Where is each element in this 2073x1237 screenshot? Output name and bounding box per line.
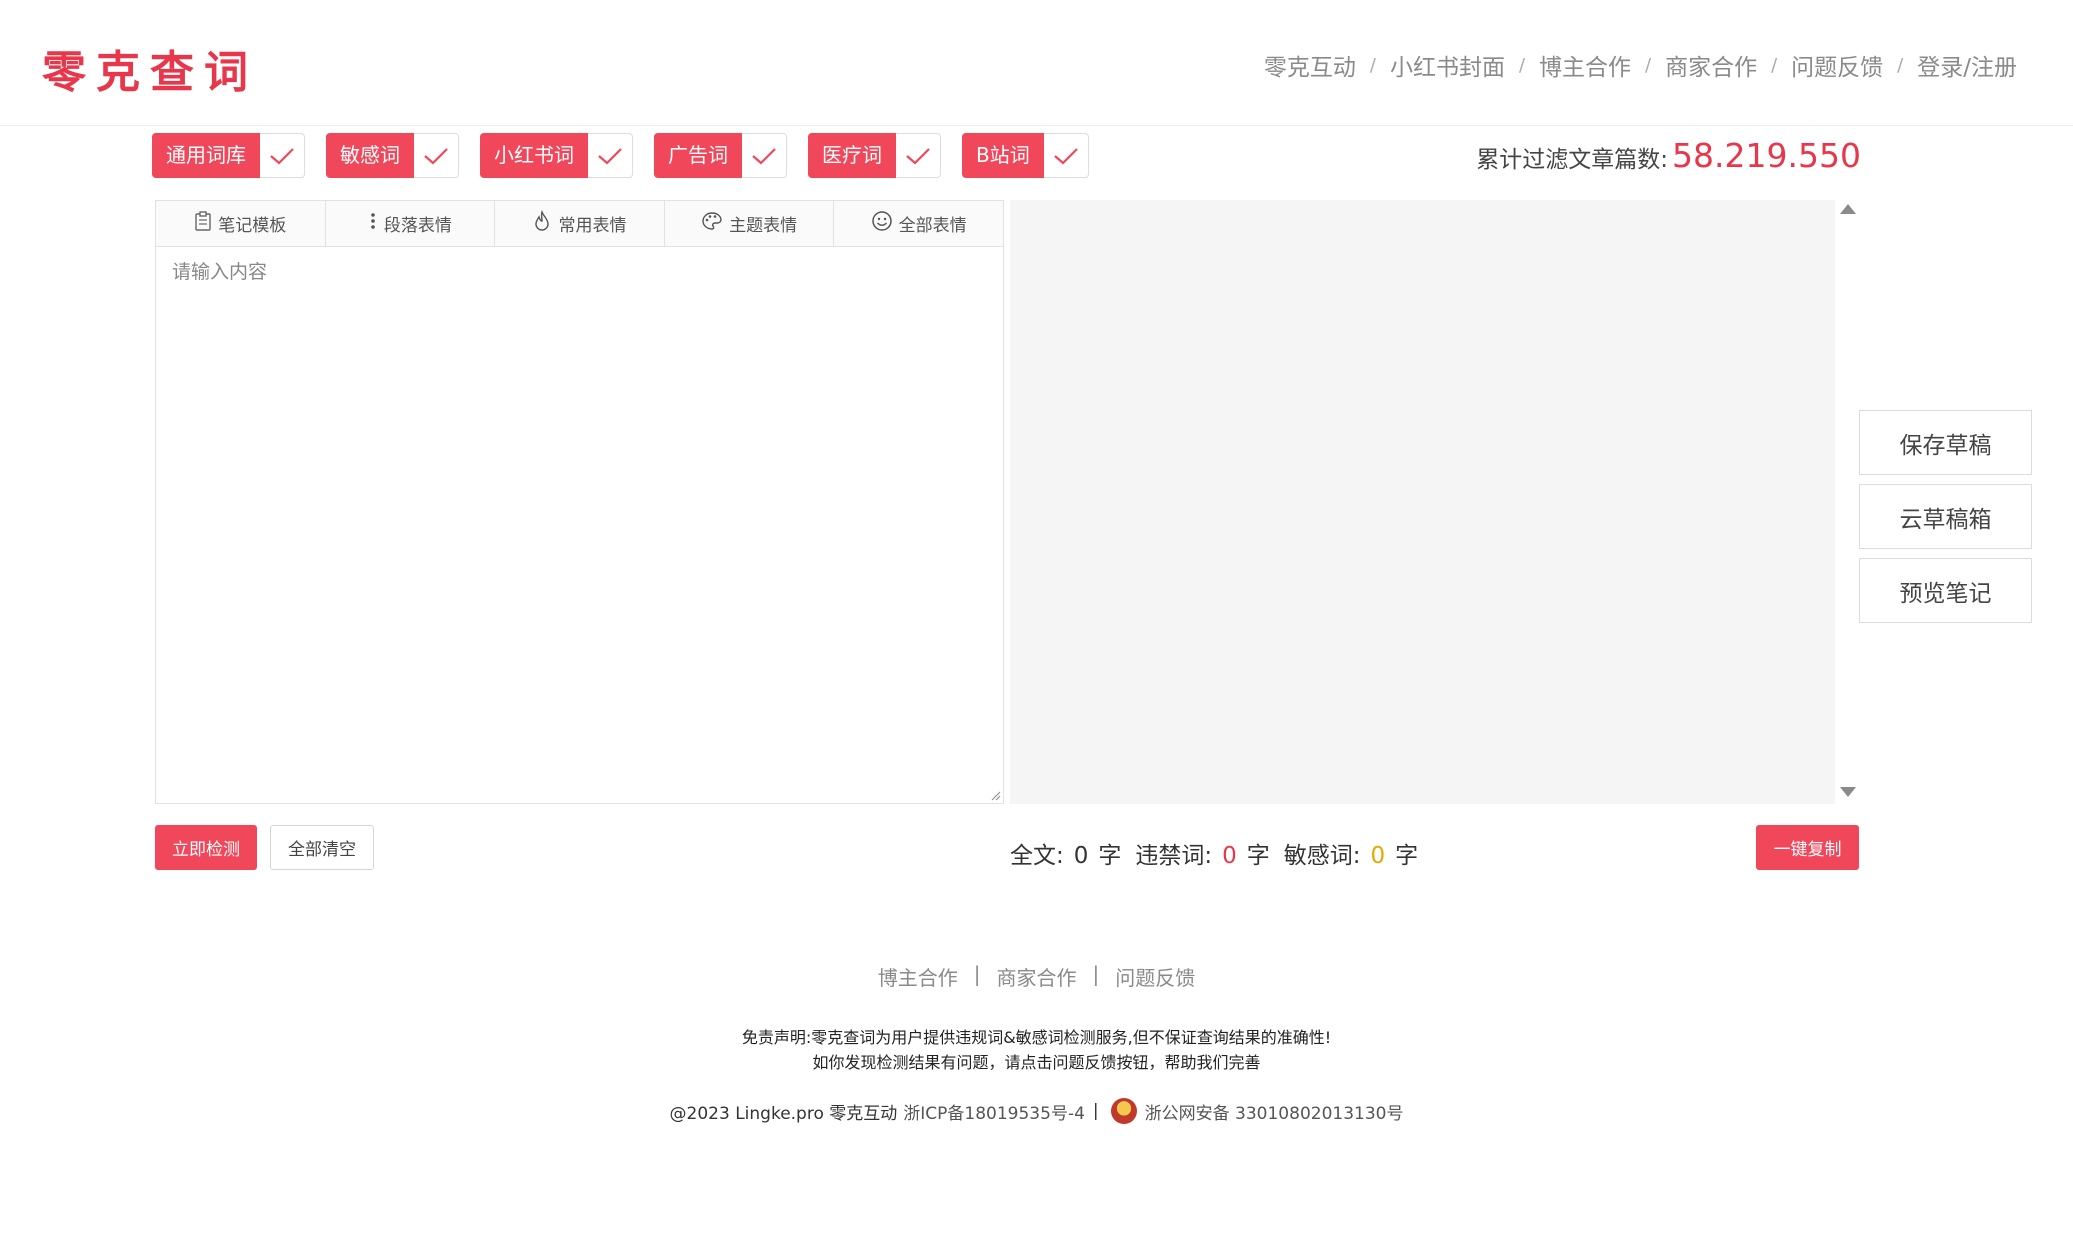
result-preview-panel[interactable]: [1010, 200, 1835, 804]
clear-all-button[interactable]: 全部清空: [270, 825, 374, 870]
nav-link-xhs-cover[interactable]: 小红书封面: [1390, 48, 1505, 82]
tag-ad[interactable]: 广告词: [654, 133, 787, 178]
palette-icon: [701, 211, 723, 236]
unit-label: 字: [1098, 843, 1122, 869]
checkmark-icon[interactable]: [414, 133, 459, 178]
site-header: 零克查词 零克互动 / 小红书封面 / 博主合作 / 商家合作 / 问题反馈 /…: [0, 0, 2073, 126]
nav-separator: /: [1771, 54, 1778, 76]
nav-link-feedback[interactable]: 问题反馈: [1791, 48, 1883, 82]
police-record-link[interactable]: 浙公网安备 33010802013130号: [1145, 1099, 1404, 1124]
footer-legal: @2023 Lingke.pro 零克互动 浙ICP备18019535号-4 |…: [0, 1098, 2073, 1124]
footer-link-merchant[interactable]: 商家合作: [997, 962, 1077, 991]
tool-theme-emoji[interactable]: 主题表情: [664, 201, 835, 246]
filtered-articles-counter: 累计过滤文章篇数: 58.219.550: [1476, 136, 1861, 175]
prohibited-label: 违禁词:: [1135, 843, 1213, 869]
footer-separator: |: [1092, 962, 1100, 986]
tool-note-template[interactable]: 笔记模板: [156, 201, 326, 246]
resize-handle-icon[interactable]: [989, 789, 1001, 801]
smiley-icon: [871, 210, 893, 237]
nav-link-blogger[interactable]: 博主合作: [1539, 48, 1631, 82]
footer-separator: |: [973, 962, 981, 986]
copyright-text: @2023 Lingke.pro 零克互动: [669, 1103, 898, 1124]
footer-link-feedback[interactable]: 问题反馈: [1115, 962, 1195, 991]
cloud-drafts-button[interactable]: 云草稿箱: [1859, 484, 2032, 549]
footer-link-blogger[interactable]: 博主合作: [878, 962, 958, 991]
tag-label[interactable]: 小红书词: [480, 133, 588, 178]
full-text-count: 0: [1073, 843, 1089, 869]
scroll-up-arrow-icon[interactable]: [1840, 204, 1856, 214]
scroll-down-arrow-icon[interactable]: [1840, 787, 1856, 797]
police-badge-icon: [1110, 1098, 1137, 1124]
content-editor: 笔记模板 段落表情 常用表情 主题表情 全部表情: [155, 200, 1004, 804]
nav-separator: /: [1518, 54, 1526, 76]
tool-label: 全部表情: [898, 216, 967, 236]
lexicon-filter-tags: 通用词库 敏感词 小红书词 广告词 医疗词 B站词: [152, 133, 1110, 178]
save-draft-button[interactable]: 保存草稿: [1859, 410, 2032, 475]
nav-separator: /: [1369, 54, 1376, 76]
tool-label: 常用表情: [558, 216, 627, 236]
tag-xiaohongshu[interactable]: 小红书词: [480, 133, 633, 178]
unit-label: 字: [1395, 843, 1419, 869]
prohibited-count: 0: [1222, 843, 1237, 869]
preview-note-button[interactable]: 预览笔记: [1859, 558, 2032, 623]
content-input[interactable]: [156, 247, 1003, 803]
full-text-label: 全文:: [1010, 843, 1064, 869]
nav-link-merchant[interactable]: 商家合作: [1665, 48, 1757, 82]
unit-label: 字: [1246, 843, 1270, 869]
icp-link[interactable]: 浙ICP备18019535号-4: [903, 1099, 1085, 1124]
footer-links: 博主合作 | 商家合作 | 问题反馈: [0, 962, 2073, 991]
checkmark-icon[interactable]: [896, 133, 941, 178]
disclaimer-line-2: 如你发现检测结果有问题，请点击问题反馈按钮，帮助我们完善: [812, 1053, 1261, 1072]
site-logo[interactable]: 零克查词: [42, 36, 258, 100]
check-now-button[interactable]: 立即检测: [155, 825, 257, 870]
tag-label[interactable]: 医疗词: [808, 133, 896, 178]
checkmark-icon[interactable]: [1043, 133, 1089, 178]
copy-all-button[interactable]: 一键复制: [1756, 825, 1859, 870]
tool-all-emoji[interactable]: 全部表情: [834, 201, 1003, 246]
tag-label[interactable]: B站词: [962, 133, 1044, 178]
nav-link-lingke[interactable]: 零克互动: [1264, 48, 1356, 82]
tool-common-emoji[interactable]: 常用表情: [495, 201, 665, 246]
nav-link-login[interactable]: 登录/注册: [1917, 48, 2017, 82]
vertical-dots-icon: [368, 211, 378, 236]
flame-icon: [532, 209, 552, 237]
tool-paragraph-emoji[interactable]: 段落表情: [325, 201, 496, 246]
tag-medical[interactable]: 医疗词: [808, 133, 941, 178]
tag-general[interactable]: 通用词库: [152, 133, 305, 178]
tag-label[interactable]: 广告词: [654, 133, 742, 178]
editor-toolbar: 笔记模板 段落表情 常用表情 主题表情 全部表情: [156, 201, 1003, 247]
word-stats: 全文: 0 字 违禁词: 0 字 敏感词: 0 字: [1010, 836, 1418, 870]
checkmark-icon[interactable]: [260, 133, 305, 178]
sensitive-count: 0: [1370, 843, 1386, 869]
tag-sensitive[interactable]: 敏感词: [326, 133, 459, 178]
clipboard-icon: [194, 211, 212, 236]
checkmark-icon[interactable]: [742, 133, 787, 178]
tool-label: 主题表情: [729, 216, 798, 236]
top-nav: 零克互动 / 小红书封面 / 博主合作 / 商家合作 / 问题反馈 / 登录/注…: [1264, 48, 2017, 82]
tool-label: 笔记模板: [218, 216, 287, 236]
tag-bilibili[interactable]: B站词: [962, 133, 1089, 178]
tag-label[interactable]: 敏感词: [326, 133, 414, 178]
checkmark-icon[interactable]: [588, 133, 633, 178]
sensitive-label: 敏感词:: [1283, 843, 1361, 869]
disclaimer-line-1: 免责声明:零克查词为用户提供违规词&敏感词检测服务,但不保证查询结果的准确性!: [741, 1028, 1332, 1047]
footer-separator: |: [1092, 1101, 1099, 1121]
counter-value: 58.219.550: [1672, 136, 1861, 175]
nav-separator: /: [1645, 54, 1652, 76]
tool-label: 段落表情: [383, 216, 452, 236]
counter-label: 累计过滤文章篇数:: [1476, 147, 1669, 173]
tag-label[interactable]: 通用词库: [152, 133, 260, 178]
nav-separator: /: [1897, 54, 1904, 76]
